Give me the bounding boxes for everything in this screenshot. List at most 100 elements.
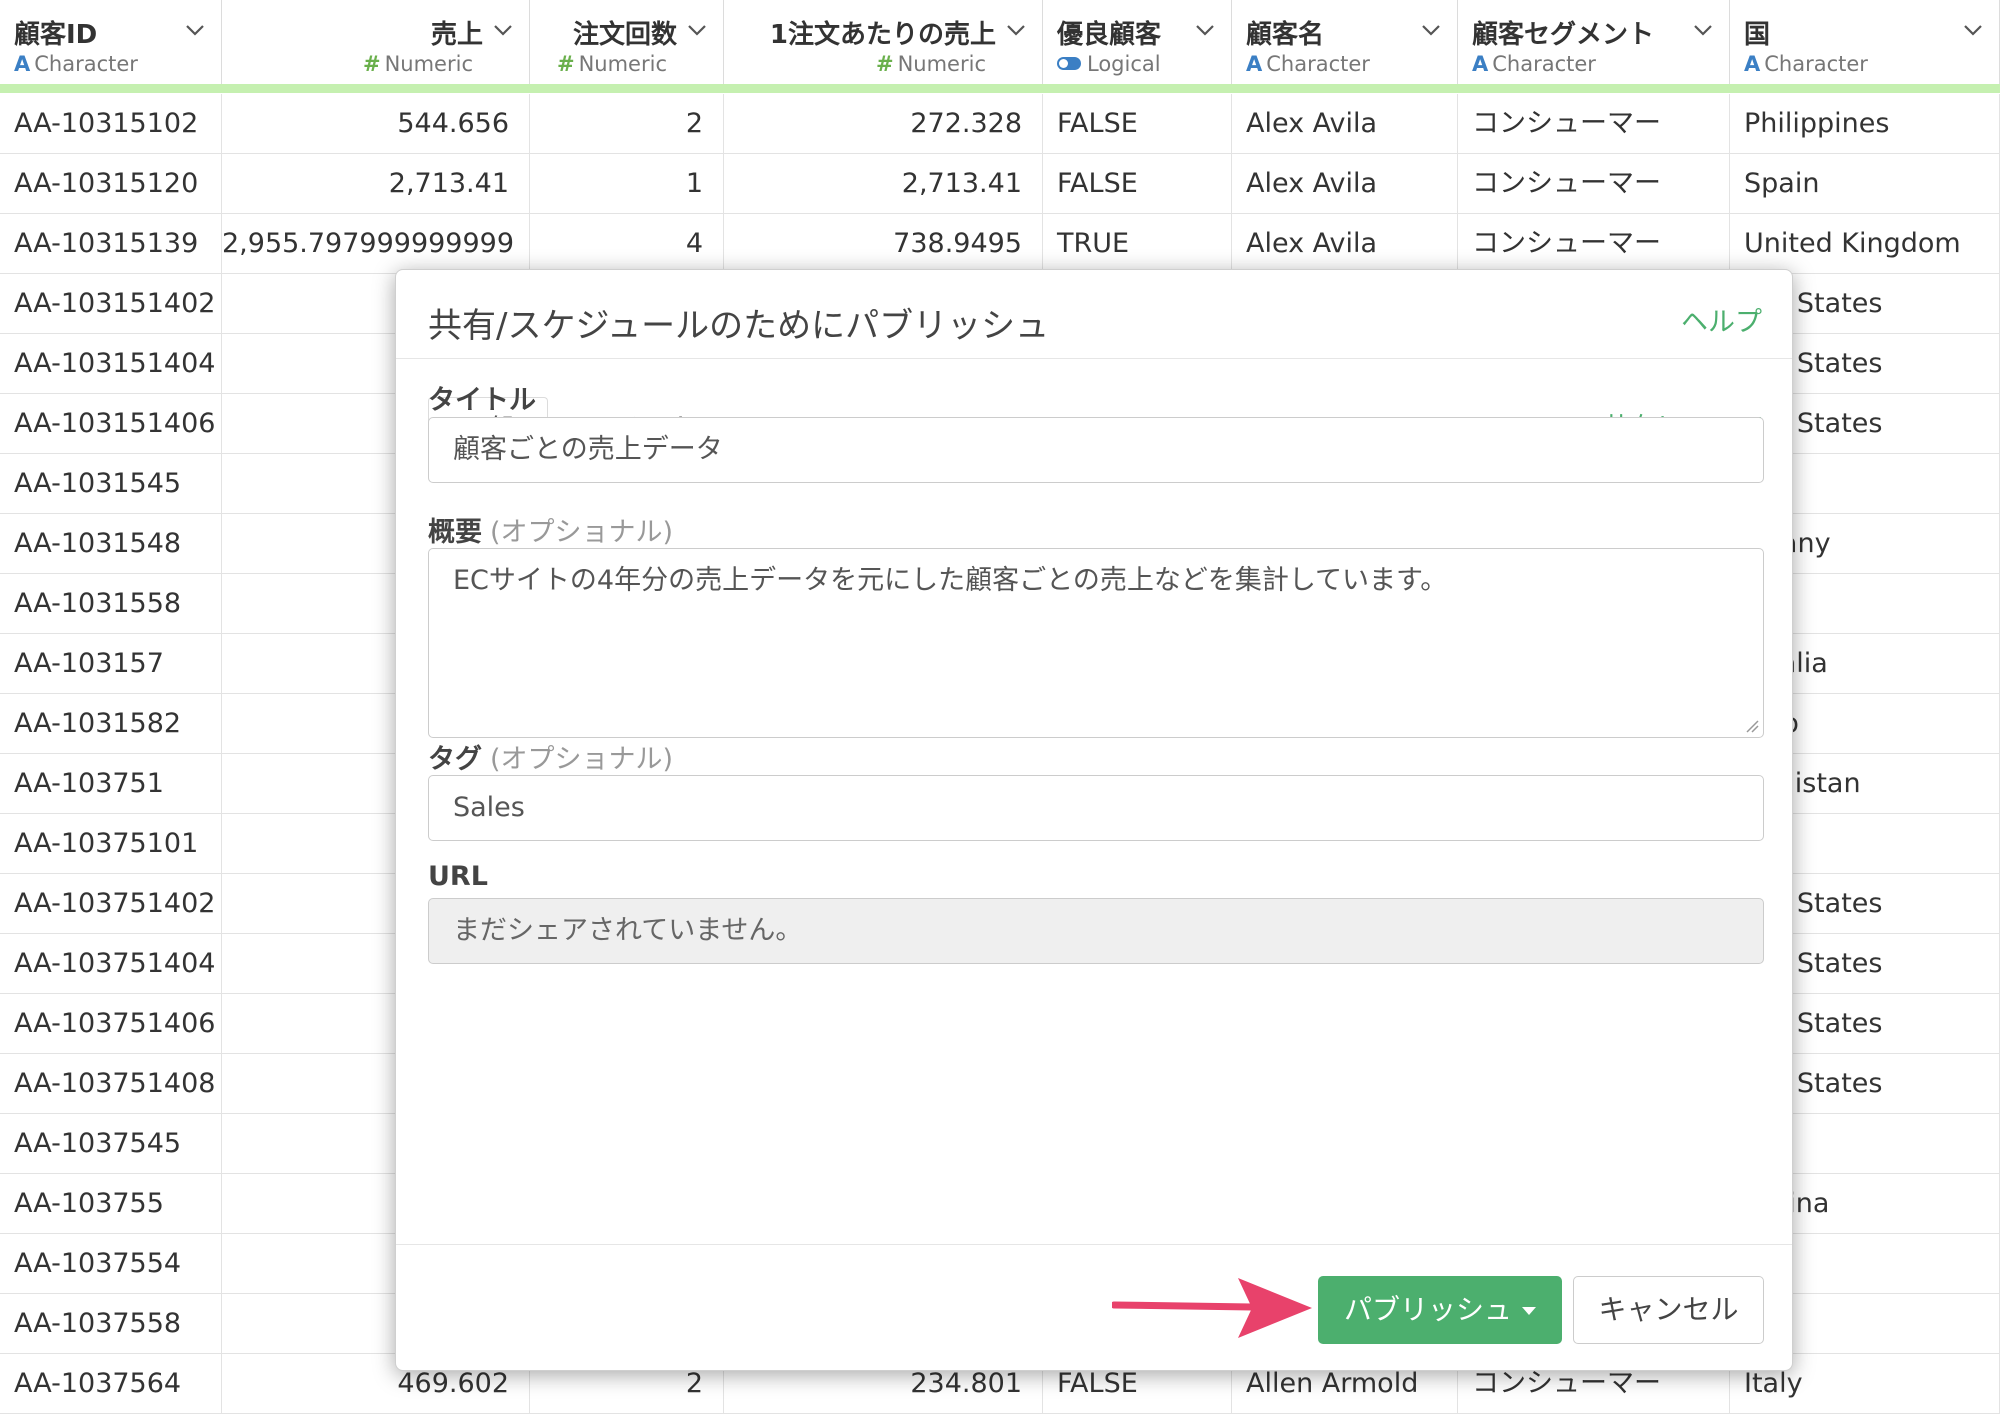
chevron-down-icon[interactable] bbox=[685, 18, 709, 42]
cell-customer-id[interactable]: AA-103151402 bbox=[0, 274, 222, 333]
column-quality-bar bbox=[0, 84, 2000, 93]
cell-sales-per-order[interactable]: 2,713.41 bbox=[724, 154, 1043, 213]
cell-customer-id[interactable]: AA-103151406 bbox=[0, 394, 222, 453]
caret-down-icon[interactable] bbox=[1522, 1307, 1536, 1315]
dialog-title: 共有/スケジュールのためにパブリッシュ bbox=[428, 306, 1050, 346]
column-header[interactable]: 売上 # Numeric bbox=[222, 0, 530, 84]
chevron-down-icon[interactable] bbox=[1419, 18, 1443, 42]
resize-grip-icon[interactable] bbox=[1745, 719, 1759, 733]
title-label: タイトル bbox=[428, 385, 536, 416]
cell-good-customer[interactable]: FALSE bbox=[1043, 154, 1232, 213]
cell-good-customer[interactable]: FALSE bbox=[1043, 94, 1232, 153]
character-type-icon: A bbox=[1744, 52, 1761, 76]
column-name: 注文回数 bbox=[572, 20, 677, 50]
column-name: 国 bbox=[1744, 20, 1771, 50]
cell-customer-name[interactable]: Alex Avila bbox=[1232, 214, 1458, 273]
help-link[interactable]: ヘルプ bbox=[1681, 300, 1762, 339]
cell-customer-id[interactable]: AA-103751404 bbox=[0, 934, 222, 993]
cell-customer-id[interactable]: AA-10315102 bbox=[0, 94, 222, 153]
cell-order-count[interactable]: 1 bbox=[530, 154, 724, 213]
column-type-label: Character bbox=[34, 52, 138, 76]
chevron-down-icon[interactable] bbox=[1961, 18, 1985, 42]
cell-customer-id[interactable]: AA-10315120 bbox=[0, 154, 222, 213]
cell-customer-id[interactable]: AA-103755 bbox=[0, 1174, 222, 1233]
summary-label: 概要 (オプショナル) bbox=[428, 517, 674, 548]
column-type: # Numeric bbox=[557, 52, 667, 76]
cell-customer-name[interactable]: Alex Avila bbox=[1232, 154, 1458, 213]
column-header[interactable]: 顧客ID A Character bbox=[0, 0, 222, 84]
column-type: A Character bbox=[1472, 52, 1596, 76]
column-header[interactable]: 顧客名 A Character bbox=[1232, 0, 1458, 84]
chevron-down-icon[interactable] bbox=[1691, 18, 1715, 42]
column-type: A Character bbox=[1744, 52, 1868, 76]
cell-good-customer[interactable]: TRUE bbox=[1043, 214, 1232, 273]
cell-customer-id[interactable]: AA-103751 bbox=[0, 754, 222, 813]
cell-customer-id[interactable]: AA-1031558 bbox=[0, 574, 222, 633]
cell-customer-id[interactable]: AA-103751402 bbox=[0, 874, 222, 933]
cell-customer-id[interactable]: AA-1031582 bbox=[0, 694, 222, 753]
cell-order-count[interactable]: 2 bbox=[530, 94, 724, 153]
dialog-footer-divider bbox=[396, 1244, 1792, 1245]
tags-input[interactable]: Sales bbox=[428, 775, 1764, 841]
cell-customer-id[interactable]: AA-1037564 bbox=[0, 1354, 222, 1413]
url-field: まだシェアされていません。 bbox=[428, 898, 1764, 964]
numeric-type-icon: # bbox=[556, 52, 575, 76]
column-type-label: Character bbox=[1266, 52, 1370, 76]
cell-customer-name[interactable]: Alex Avila bbox=[1232, 94, 1458, 153]
column-type: Logical bbox=[1057, 52, 1161, 76]
column-header[interactable]: 1注文あたりの売上 # Numeric bbox=[724, 0, 1043, 84]
column-name: 売上 bbox=[430, 20, 483, 50]
column-header[interactable]: 国 A Character bbox=[1730, 0, 2000, 84]
cancel-button[interactable]: キャンセル bbox=[1573, 1276, 1764, 1344]
cell-country[interactable]: United Kingdom bbox=[1730, 214, 2000, 273]
column-type: # Numeric bbox=[363, 52, 473, 76]
column-name: 優良顧客 bbox=[1057, 20, 1162, 50]
cell-sales-per-order[interactable]: 272.328 bbox=[724, 94, 1043, 153]
cell-customer-segment[interactable]: コンシューマー bbox=[1458, 94, 1730, 153]
summary-optional-hint: (オプショナル) bbox=[490, 517, 674, 548]
summary-textarea[interactable]: ECサイトの4年分の売上データを元にした顧客ごとの売上などを集計しています。 bbox=[428, 548, 1764, 738]
chevron-down-icon[interactable] bbox=[491, 18, 515, 42]
cell-customer-id[interactable]: AA-103751408 bbox=[0, 1054, 222, 1113]
cell-sales[interactable]: 2,955.797999999999 bbox=[222, 214, 530, 273]
cell-customer-id[interactable]: AA-1037545 bbox=[0, 1114, 222, 1173]
column-header[interactable]: 優良顧客 Logical bbox=[1043, 0, 1232, 84]
cell-sales-per-order[interactable]: 738.9495 bbox=[724, 214, 1043, 273]
cell-customer-id[interactable]: AA-1031548 bbox=[0, 514, 222, 573]
cell-sales[interactable]: 2,713.41 bbox=[222, 154, 530, 213]
column-header[interactable]: 注文回数 # Numeric bbox=[530, 0, 724, 84]
cell-customer-id[interactable]: AA-103751406 bbox=[0, 994, 222, 1053]
column-name: 顧客ID bbox=[14, 20, 98, 50]
numeric-type-icon: # bbox=[875, 52, 894, 76]
cell-country[interactable]: Philippines bbox=[1730, 94, 2000, 153]
pointer-arrow-icon bbox=[1112, 1278, 1312, 1338]
cell-order-count[interactable]: 4 bbox=[530, 214, 724, 273]
publish-dialog: 共有/スケジュールのためにパブリッシュ ヘルプ 一般 コメント 共有について タ… bbox=[395, 269, 1793, 1371]
title-input[interactable]: 顧客ごとの売上データ bbox=[428, 417, 1764, 483]
table-row[interactable]: AA-10315139 2,955.797999999999 4 738.9495 TR… bbox=[0, 214, 2000, 274]
cell-customer-id[interactable]: AA-10315139 bbox=[0, 214, 222, 273]
cell-customer-id[interactable]: AA-1031545 bbox=[0, 454, 222, 513]
cell-customer-id[interactable]: AA-1037558 bbox=[0, 1294, 222, 1353]
cell-customer-id[interactable]: AA-1037554 bbox=[0, 1234, 222, 1293]
publish-button[interactable]: パブリッシュ bbox=[1318, 1276, 1562, 1344]
cell-customer-id[interactable]: AA-103151404 bbox=[0, 334, 222, 393]
cell-country[interactable]: Spain bbox=[1730, 154, 2000, 213]
column-type: A Character bbox=[1246, 52, 1370, 76]
column-name: 顧客名 bbox=[1246, 20, 1325, 50]
cell-customer-id[interactable]: AA-10375101 bbox=[0, 814, 222, 873]
chevron-down-icon[interactable] bbox=[1193, 18, 1217, 42]
cell-customer-segment[interactable]: コンシューマー bbox=[1458, 214, 1730, 273]
cell-customer-segment[interactable]: コンシューマー bbox=[1458, 154, 1730, 213]
table-row[interactable]: AA-10315102 544.656 2 272.328 FALSE Alex Avil… bbox=[0, 94, 2000, 154]
logical-type-icon bbox=[1057, 57, 1081, 70]
column-type-label: Numeric bbox=[384, 52, 473, 76]
character-type-icon: A bbox=[14, 52, 31, 76]
column-name: 顧客セグメント bbox=[1472, 20, 1655, 50]
chevron-down-icon[interactable] bbox=[1004, 18, 1028, 42]
cell-customer-id[interactable]: AA-103157 bbox=[0, 634, 222, 693]
table-row[interactable]: AA-10315120 2,713.41 1 2,713.41 FALSE Alex Av… bbox=[0, 154, 2000, 214]
chevron-down-icon[interactable] bbox=[183, 18, 207, 42]
cell-sales[interactable]: 544.656 bbox=[222, 94, 530, 153]
column-header[interactable]: 顧客セグメント A Character bbox=[1458, 0, 1730, 84]
